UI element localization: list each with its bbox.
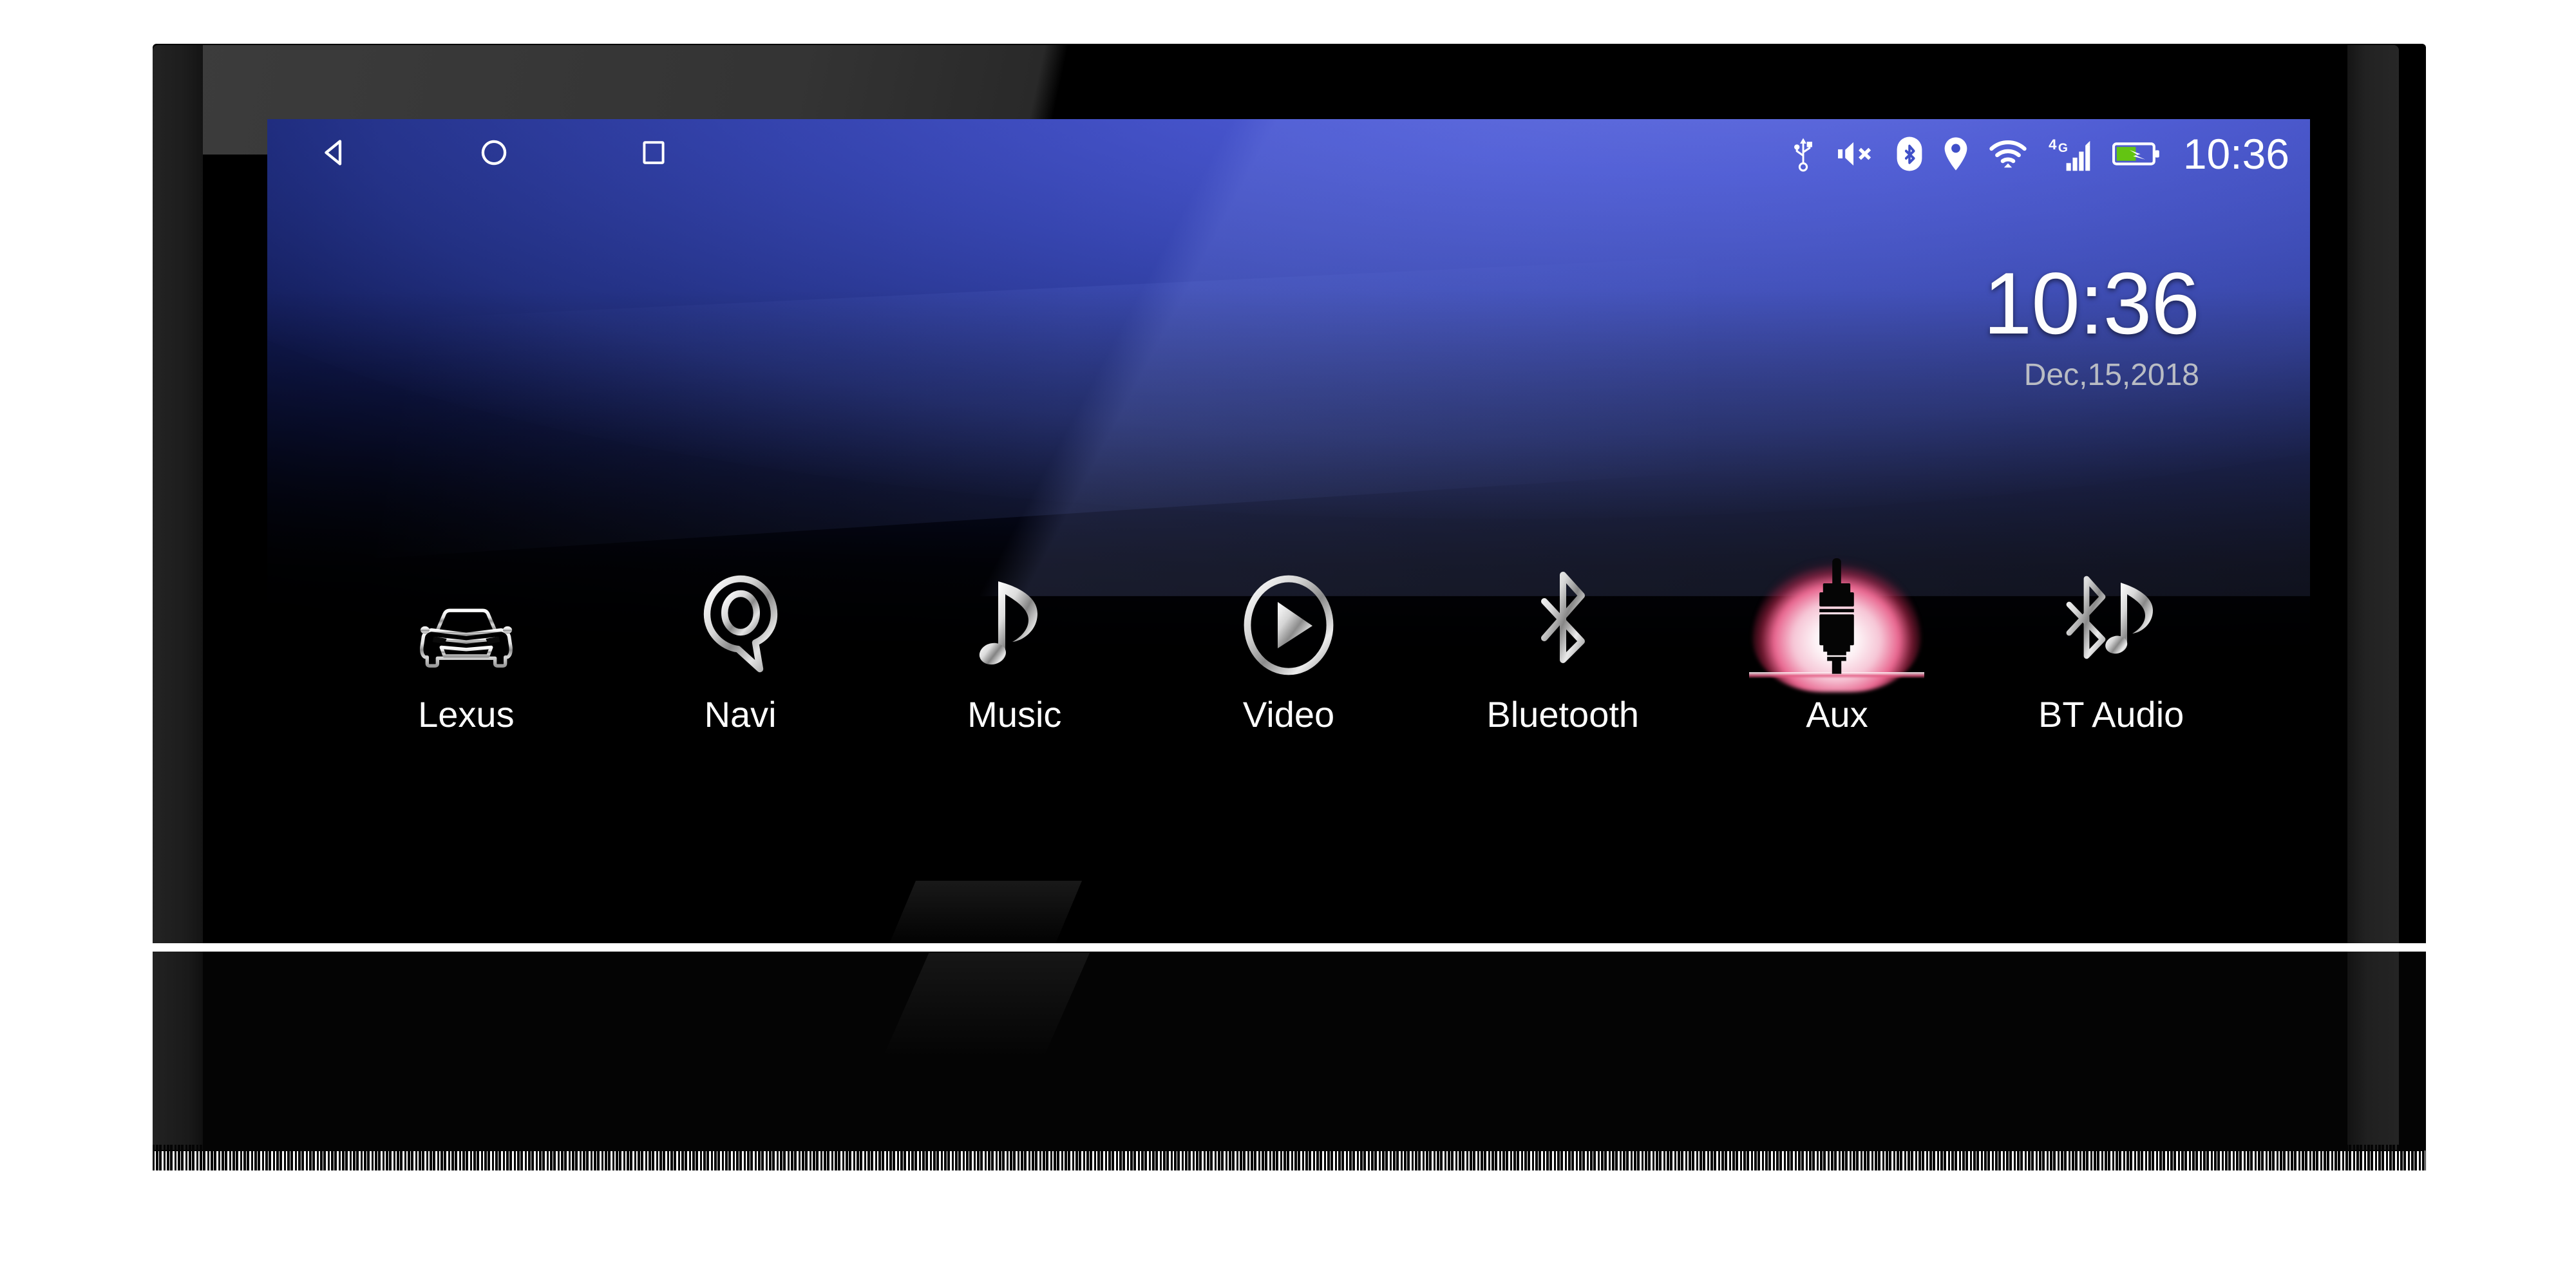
music-note-icon [953,554,1075,677]
status-bar-clock: 10:36 [2183,130,2289,178]
bluetooth-icon [1896,136,1923,172]
usb-icon [1789,135,1817,173]
back-button[interactable] [314,133,355,174]
head-unit-chassis-lower [153,952,2426,1151]
home-circle-icon [477,135,511,173]
status-bar-system-icons: 4 G [1789,135,2165,173]
chassis-side-strip-left [153,45,203,943]
battery-charging-icon [2112,138,2160,169]
app-tile-video[interactable]: Video [1151,554,1426,735]
clock-widget[interactable]: 10:36 Dec,15,2018 [1983,254,2200,393]
app-tile-music[interactable]: Music [877,554,1151,735]
app-label: Video [1242,694,1335,735]
aux-jack-icon [1776,554,1898,677]
app-label: BT Audio [2038,694,2184,735]
svg-text:4: 4 [2049,136,2057,153]
head-unit-display[interactable]: 4 G 10:36 10:36 Dec,15,2018 Lexus Navi M… [267,119,2310,888]
app-shortcut-row: Lexus Navi Music Video Bluetooth Aux BT … [267,554,2310,767]
status-bar: 4 G 10:36 [267,119,2310,189]
app-label: Bluetooth [1486,694,1640,735]
bluetooth-icon [1502,554,1624,677]
clock-widget-date: Dec,15,2018 [2023,358,2199,392]
location-pin-icon [1942,135,1969,173]
app-tile-navi[interactable]: Navi [603,554,878,735]
app-label: Aux [1806,694,1868,735]
chassis-side-strip-right [2347,45,2399,943]
chassis-side-strip-left-lower [153,952,203,1150]
svg-text:G: G [2058,142,2068,155]
signal-bars-icon: 4 G [2047,135,2093,173]
recents-button[interactable] [633,133,674,174]
clock-widget-time: 10:36 [1983,254,2200,352]
android-navigation-bar [297,133,674,174]
app-tile-bluetooth[interactable]: Bluetooth [1426,554,1700,735]
recents-square-icon [638,136,670,172]
wallpaper [267,119,2310,888]
chassis-side-strip-right-lower [2347,952,2399,1150]
image-torn-bottom-edge [153,1145,2426,1170]
home-button[interactable] [473,133,515,174]
car-front-icon [405,554,527,677]
app-label: Navi [704,694,777,735]
app-tile-lexus[interactable]: Lexus [329,554,603,735]
volume-mute-icon [1837,138,1877,170]
chassis-divider-line [153,943,2426,952]
app-label: Music [967,694,1062,735]
bluetooth-music-icon [2050,554,2172,677]
back-triangle-icon [317,135,352,173]
play-circle-icon [1227,554,1350,677]
wifi-icon [1989,138,2027,169]
map-pin-icon [679,554,802,677]
app-label: Lexus [418,694,515,735]
app-tile-aux[interactable]: Aux [1700,554,1975,735]
app-tile-bt-audio[interactable]: BT Audio [1974,554,2248,735]
screenshot-stage: 4 G 10:36 10:36 Dec,15,2018 Lexus Navi M… [0,0,2576,1278]
